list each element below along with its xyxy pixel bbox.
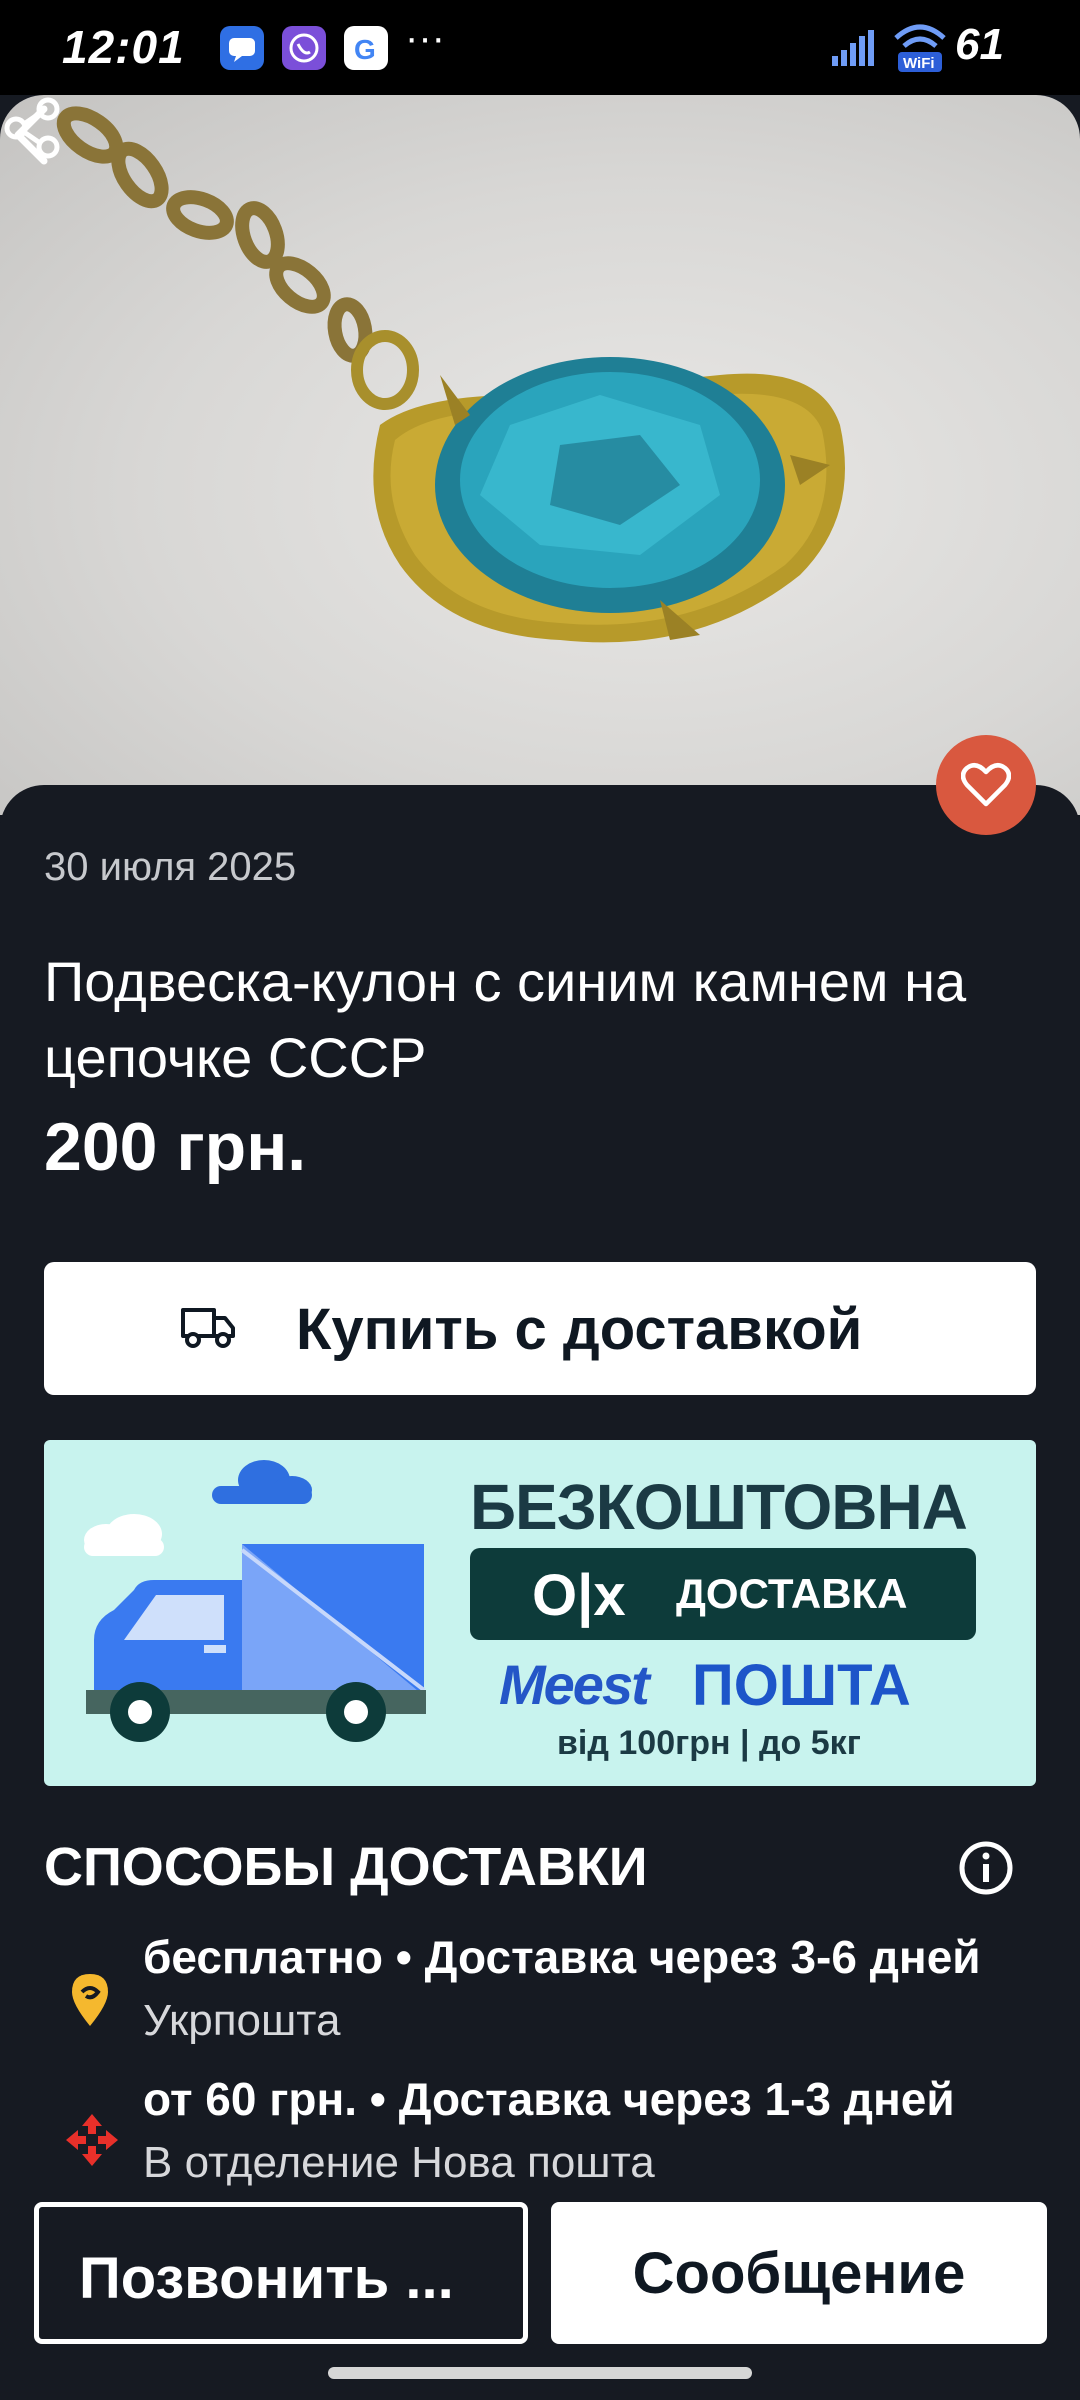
meest-logo: Meest	[499, 1653, 650, 1716]
message-button[interactable]: Сообщение	[551, 2202, 1047, 2344]
svg-text:G: G	[354, 34, 376, 65]
signal-icon	[832, 30, 874, 66]
svg-text:WiFi: WiFi	[903, 55, 935, 72]
listing-price: 200 грн.	[44, 1109, 307, 1185]
more-notifications: ···	[405, 16, 445, 60]
free-delivery-banner[interactable]: БЕЗКОШТОВНА O|x ДОСТАВКА Meest ПОШТА від…	[44, 1440, 1036, 1786]
buy-button-label: Купить с доставкой	[296, 1297, 863, 1362]
call-button-label: Позвонить ...	[79, 2246, 454, 2311]
info-icon[interactable]	[958, 1840, 1014, 1896]
messages-icon	[220, 26, 264, 70]
delivery-truck-illustration	[84, 1460, 426, 1742]
favorite-button[interactable]	[936, 735, 1036, 835]
nova-poshta-icon	[66, 2114, 118, 2166]
message-button-label: Сообщение	[632, 2241, 966, 2306]
google-icon: G	[344, 26, 388, 70]
ukrposhta-icon	[72, 1974, 108, 2026]
status-time: 12:01	[62, 21, 185, 73]
product-image-carousel[interactable]	[0, 95, 1080, 815]
delivery-method-ukrposhta: бесплатно • Доставка через 3-6 дней Укрп…	[0, 1930, 1080, 2070]
delivery-method-summary: бесплатно • Доставка через 3-6 дней	[143, 1931, 981, 1983]
banner-conditions: від 100грн | до 5кг	[557, 1724, 861, 1762]
pochta-text: ПОШТА	[692, 1653, 911, 1718]
product-photo	[56, 106, 845, 643]
wifi-icon: WiFi	[894, 24, 946, 72]
home-indicator[interactable]	[328, 2367, 752, 2379]
call-button[interactable]: Позвонить ...	[34, 2202, 528, 2344]
delivery-method-summary: от 60 грн. • Доставка через 1-3 дней	[143, 2073, 955, 2125]
share-icon[interactable]	[0, 95, 66, 161]
olx-delivery-badge: O|x ДОСТАВКА	[470, 1548, 976, 1640]
olx-logo: O|x	[532, 1563, 626, 1628]
delivery-carrier: В отделение Нова пошта	[143, 2138, 655, 2187]
banner-headline: БЕЗКОШТОВНА	[470, 1471, 968, 1543]
buy-with-delivery-button[interactable]: Купить с доставкой	[44, 1262, 1036, 1395]
truck-icon	[181, 1308, 235, 1348]
listing-date: 30 июля 2025	[44, 845, 297, 889]
delivery-carrier: Укрпошта	[143, 1996, 341, 2045]
viber-icon	[282, 26, 326, 70]
status-bar: 12:01 G ··· WiFi 61	[0, 0, 1080, 95]
delivery-section-title: СПОСОБЫ ДОСТАВКИ	[44, 1837, 648, 1897]
heart-icon	[961, 763, 1011, 807]
battery-level: 61	[955, 20, 1004, 69]
listing-title: Подвеска-кулон с синим камнем на цепочке…	[44, 950, 967, 1089]
olx-delivery-text: ДОСТАВКА	[676, 1570, 908, 1617]
